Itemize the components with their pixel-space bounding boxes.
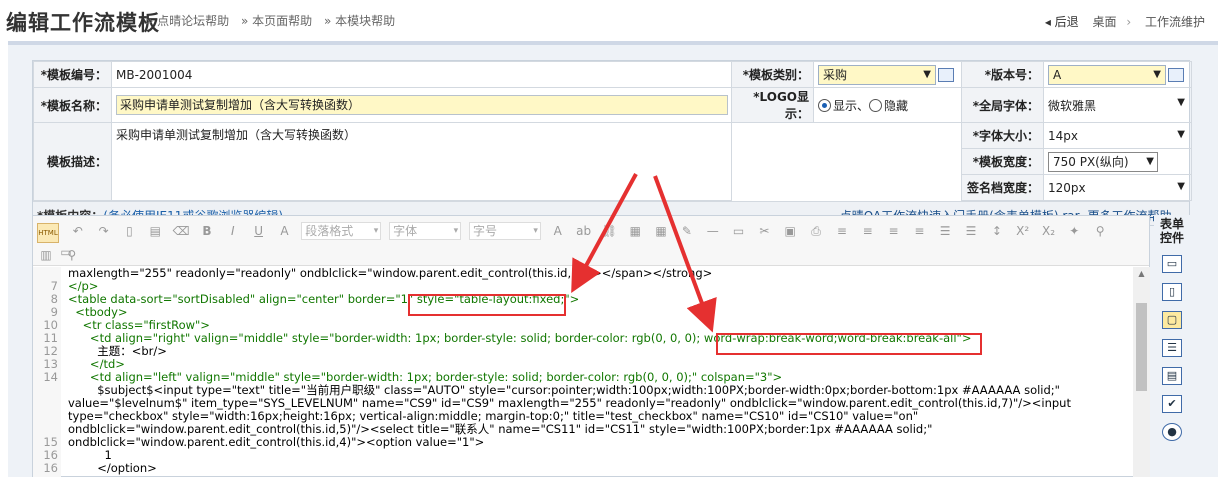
arrow-to-table-layout [571,173,638,294]
arrow-to-word-wrap [653,175,717,333]
annotation-arrows [571,173,717,333]
